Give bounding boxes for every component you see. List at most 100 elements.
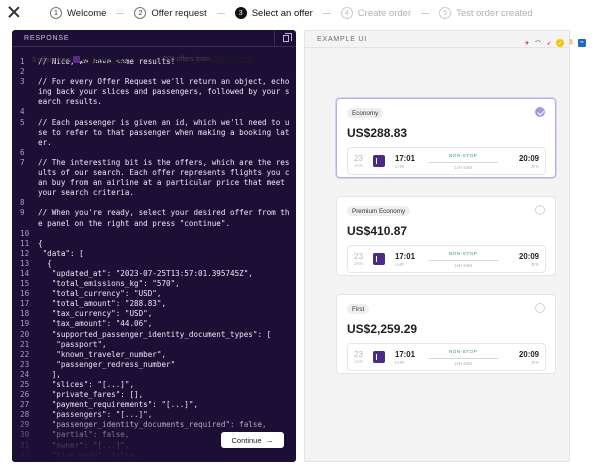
line-number: 24 [20, 369, 30, 379]
arrival-time: 20:09 [519, 154, 539, 163]
line-number: 9 [20, 208, 25, 218]
step-label: Offer request [151, 7, 207, 19]
other-offers-count: 200 offers from other airlines [163, 56, 252, 64]
line-number: 18 [20, 309, 30, 319]
continue-button[interactable]: Continue → [221, 432, 284, 448]
code-text: "total_emissions_kg": "570", [38, 279, 180, 289]
code-line: 25 "slices": "[...]", [20, 380, 290, 390]
flight-route: NON-STOP 14H 54M [428, 350, 498, 367]
code-line: 13 { [20, 259, 290, 269]
flight-segment: 23 JAN 17:01 LHR NON-STOP 14H 54M 20:09 JFK [347, 343, 546, 371]
route-line [428, 260, 498, 261]
offer-card[interactable]: First US$2,259.29 23 JAN 17:01 LHR NON-STOP 14H… [336, 294, 556, 374]
offer-select-radio[interactable] [535, 303, 545, 313]
continue-label: Continue [231, 435, 262, 445]
response-title: RESPONSE [24, 34, 70, 42]
code-body[interactable]: 1// Nice, we have some results! 2 3// For … [12, 47, 296, 462]
code-text: "tax_amount": "44.06", [38, 319, 153, 329]
offer-price: US$2,259.29 [347, 322, 418, 336]
step-separator [216, 12, 225, 14]
step-separator [116, 12, 125, 14]
line-number: 21 [20, 339, 30, 349]
line-number: 15 [20, 279, 30, 289]
code-text: { [38, 238, 43, 248]
flight-duration: 14H 54M [453, 361, 473, 366]
stops-label: NON-STOP [448, 252, 478, 257]
line-number: 26 [20, 390, 30, 400]
step-label: Select an offer [251, 7, 313, 19]
code-text: "total_amount": "288.83", [38, 299, 167, 309]
copy-button[interactable] [274, 30, 296, 47]
flight-route: NON-STOP 14H 54M [428, 252, 498, 269]
code-text: "passenger_redress_number" [38, 359, 176, 369]
line-number: 11 [20, 238, 30, 248]
step-welcome[interactable]: 1 Welcome [50, 7, 106, 19]
duffel-logo-icon [73, 56, 81, 63]
departure: 17:01 LHR [395, 350, 415, 366]
duffel-airways-link[interactable]: Duffel Airways [82, 57, 126, 64]
cabin-class-badge: First [347, 304, 370, 314]
step-label: Welcome [67, 7, 107, 19]
stepper: 1 Welcome 2 Offer request 3 Select an of… [50, 7, 543, 19]
line-number: 3 [20, 77, 25, 87]
step-number: 4 [340, 7, 353, 19]
offer-card[interactable]: Premium Economy US$410.87 23 JAN 17:01 LHR NON… [336, 196, 556, 276]
code-line: 11 { [20, 239, 290, 249]
top-bar: 1 Welcome 2 Offer request 3 Select an of… [0, 0, 600, 28]
flight-route: NON-STOP 14H 54M [428, 154, 498, 171]
code-line: 5 // Each passenger is given an id, which… [20, 118, 290, 148]
route-line [428, 162, 498, 163]
line-number: 6 [20, 147, 25, 157]
offer-card[interactable]: Economy US$288.83 23 JAN 17:01 LHR NON-STOP 14H… [336, 98, 556, 178]
departure-time: 17:01 [395, 350, 415, 359]
line-number: 12 [20, 248, 30, 258]
code-text: "total_currency": "USD", [38, 289, 162, 299]
code-line: 24 ], [20, 370, 290, 380]
departure-airport: LHR [395, 360, 405, 365]
offer-price: US$410.87 [347, 224, 408, 238]
step-number: 1 [50, 7, 62, 19]
offer-select-radio[interactable] [535, 107, 545, 117]
code-text: "data": [ [38, 248, 84, 258]
flight-month: JAN [354, 163, 363, 168]
arrival-time: 20:09 [519, 350, 539, 359]
code-line: 22 "known_traveler_number", [20, 350, 290, 360]
line-number: 5 [20, 117, 25, 127]
step-offer-request[interactable]: 2 Offer request [134, 7, 207, 19]
arrival-time: 20:09 [519, 252, 539, 261]
close-icon[interactable] [8, 6, 20, 18]
code-text: "supported_passenger_identity_document_t… [38, 329, 272, 339]
line-number: 2 [20, 67, 25, 77]
code-text: "known_traveler_number", [38, 349, 167, 359]
airline-logo-5-icon: $ [569, 40, 573, 46]
flight-segment: 23 JAN 17:01 LHR NON-STOP 14H 54M 20:09 JFK [347, 147, 546, 175]
code-line: 17 "total_amount": "288.83", [20, 299, 290, 309]
arrival: 20:09 JFK [519, 350, 539, 366]
airline-logo-1-icon: ✈ [524, 40, 530, 47]
offer-select-radio[interactable] [535, 205, 545, 215]
departure-airport: LHR [395, 262, 405, 267]
code-line: 26 "private_fares": [], [20, 390, 290, 400]
code-text: // Each passenger is given an id, which … [38, 117, 290, 147]
code-text: "tax_currency": "USD", [38, 309, 153, 319]
airline-logo-2-icon: ⌒ [534, 41, 541, 48]
offers-prefix: 3 offers from [32, 57, 72, 64]
cabin-class-badge: Economy [347, 108, 384, 118]
flight-date: 23 JAN [354, 350, 363, 365]
duffel-airline-icon [373, 155, 385, 167]
stops-label: NON-STOP [448, 154, 478, 159]
offer-price: US$288.83 [347, 126, 408, 140]
other-airlines-link[interactable]: other airlines [212, 56, 252, 63]
departure-airport: LHR [395, 164, 405, 169]
stops-label: NON-STOP [448, 350, 478, 355]
code-text: "passport", [38, 339, 107, 349]
code-text: // When you're ready, select your desire… [38, 208, 290, 228]
step-number: 2 [134, 7, 147, 19]
duffel-offers-count: 3 offers from Duffel Airways [32, 56, 126, 64]
step-separator [322, 12, 331, 14]
code-text: "payment_requirements": "[...]", [38, 400, 199, 410]
step-create-order: 4 Create order [340, 7, 411, 19]
step-select-offer[interactable]: 3 Select an offer [234, 7, 313, 19]
step-number: 5 [439, 7, 452, 19]
code-line: 21 "passport", [20, 340, 290, 350]
